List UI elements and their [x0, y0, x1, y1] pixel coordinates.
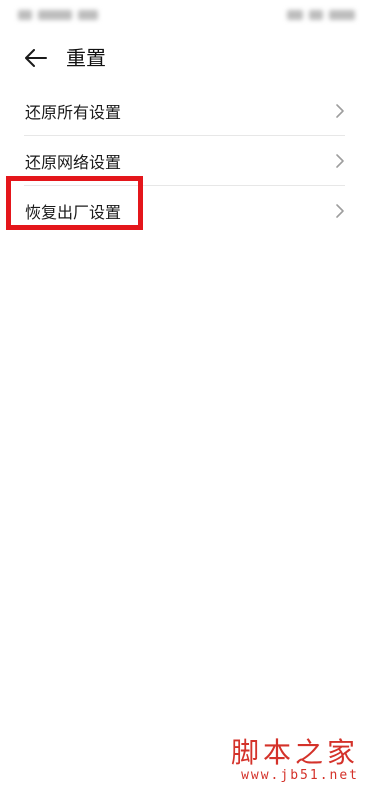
menu-item-label: 恢复出厂设置: [25, 202, 122, 222]
watermark-url: www.jb51.net: [241, 768, 359, 783]
status-bar: [0, 0, 369, 30]
reset-options-list: 还原所有设置 还原网络设置 恢复出厂设置: [0, 86, 369, 235]
menu-item-reset-all-settings[interactable]: 还原所有设置: [24, 86, 345, 136]
header: 重置: [0, 38, 369, 78]
back-button[interactable]: [20, 42, 52, 74]
status-bar-right-blurred: [275, 8, 355, 22]
arrow-left-icon: [25, 49, 47, 67]
menu-item-factory-reset[interactable]: 恢复出厂设置: [24, 186, 345, 235]
status-bar-left-blurred: [18, 8, 118, 22]
menu-item-label: 还原所有设置: [25, 102, 122, 122]
chevron-right-icon: [336, 153, 344, 168]
watermark: 脚本之家 www.jb51.net: [231, 738, 359, 784]
menu-item-reset-network-settings[interactable]: 还原网络设置: [24, 136, 345, 186]
chevron-right-icon: [336, 103, 344, 118]
menu-item-label: 还原网络设置: [25, 152, 122, 172]
chevron-right-icon: [336, 203, 344, 218]
watermark-title: 脚本之家: [230, 736, 359, 769]
page-title: 重置: [66, 46, 106, 70]
